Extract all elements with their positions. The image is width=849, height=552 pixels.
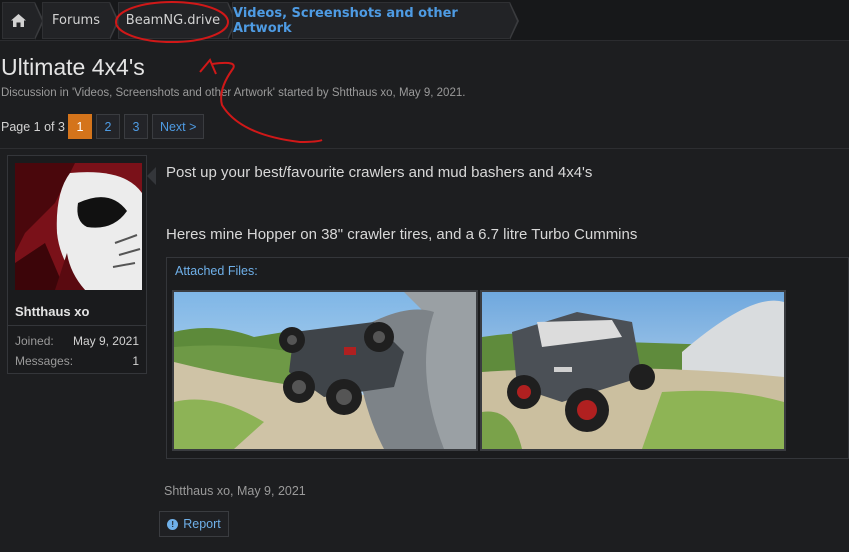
breadcrumb-current-forum[interactable]: Videos, Screenshots and other Artwork xyxy=(232,2,510,39)
joined-row: Joined: May 9, 2021 xyxy=(15,331,139,351)
avatar-image xyxy=(15,163,142,290)
page-nav: Page 1 of 3 1 2 3 Next > xyxy=(1,114,208,139)
messages-value: 1 xyxy=(132,354,139,368)
breadcrumb-beamng[interactable]: BeamNG.drive xyxy=(118,2,228,39)
attached-files-label: Attached Files: xyxy=(175,264,258,278)
info-icon: ! xyxy=(167,518,179,530)
attachment-thumbnail-1[interactable] xyxy=(172,290,478,451)
breadcrumb-home[interactable] xyxy=(2,2,35,39)
post-meta[interactable]: Shtthaus xo, May 9, 2021 xyxy=(164,484,306,498)
thread-subtitle: Discussion in 'Videos, Screenshots and o… xyxy=(1,87,466,99)
page-nav-label: Page 1 of 3 xyxy=(1,119,65,134)
attachment-image-2 xyxy=(482,292,784,449)
user-card: Shtthaus xo Joined: May 9, 2021 Messages… xyxy=(7,155,147,374)
report-label: Report xyxy=(183,517,221,531)
thread-title: Ultimate 4x4's xyxy=(1,54,145,80)
messages-label: Messages: xyxy=(15,354,74,368)
joined-label: Joined: xyxy=(15,334,54,348)
attachment-image-1 xyxy=(174,292,476,449)
message-caret xyxy=(147,167,156,185)
report-button[interactable]: ! Report xyxy=(159,511,229,537)
page-link-2[interactable]: 2 xyxy=(95,114,120,139)
post-text-line-1: Post up your best/favourite crawlers and… xyxy=(166,164,593,181)
page-link-1[interactable]: 1 xyxy=(67,114,92,139)
post-text-line-2: Heres mine Hopper on 38" crawler tires, … xyxy=(166,226,638,243)
breadcrumb-separator xyxy=(509,2,519,40)
breadcrumb-forums[interactable]: Forums xyxy=(42,2,110,39)
username[interactable]: Shtthaus xo xyxy=(15,304,89,319)
home-icon xyxy=(11,14,26,27)
messages-row: Messages: 1 xyxy=(15,351,139,371)
annotation-arrowhead xyxy=(199,58,217,75)
divider xyxy=(0,148,849,149)
annotation-curve xyxy=(211,61,323,144)
avatar[interactable] xyxy=(15,163,142,290)
attached-files: Attached Files: xyxy=(166,257,849,459)
next-page-button[interactable]: Next > xyxy=(151,114,205,139)
attachment-thumbnail-2[interactable] xyxy=(480,290,786,451)
joined-value: May 9, 2021 xyxy=(72,334,139,348)
page-link-3[interactable]: 3 xyxy=(123,114,148,139)
user-stats: Joined: May 9, 2021 Messages: 1 xyxy=(8,325,146,376)
breadcrumb: Forums BeamNG.drive Videos, Screenshots … xyxy=(0,0,849,41)
